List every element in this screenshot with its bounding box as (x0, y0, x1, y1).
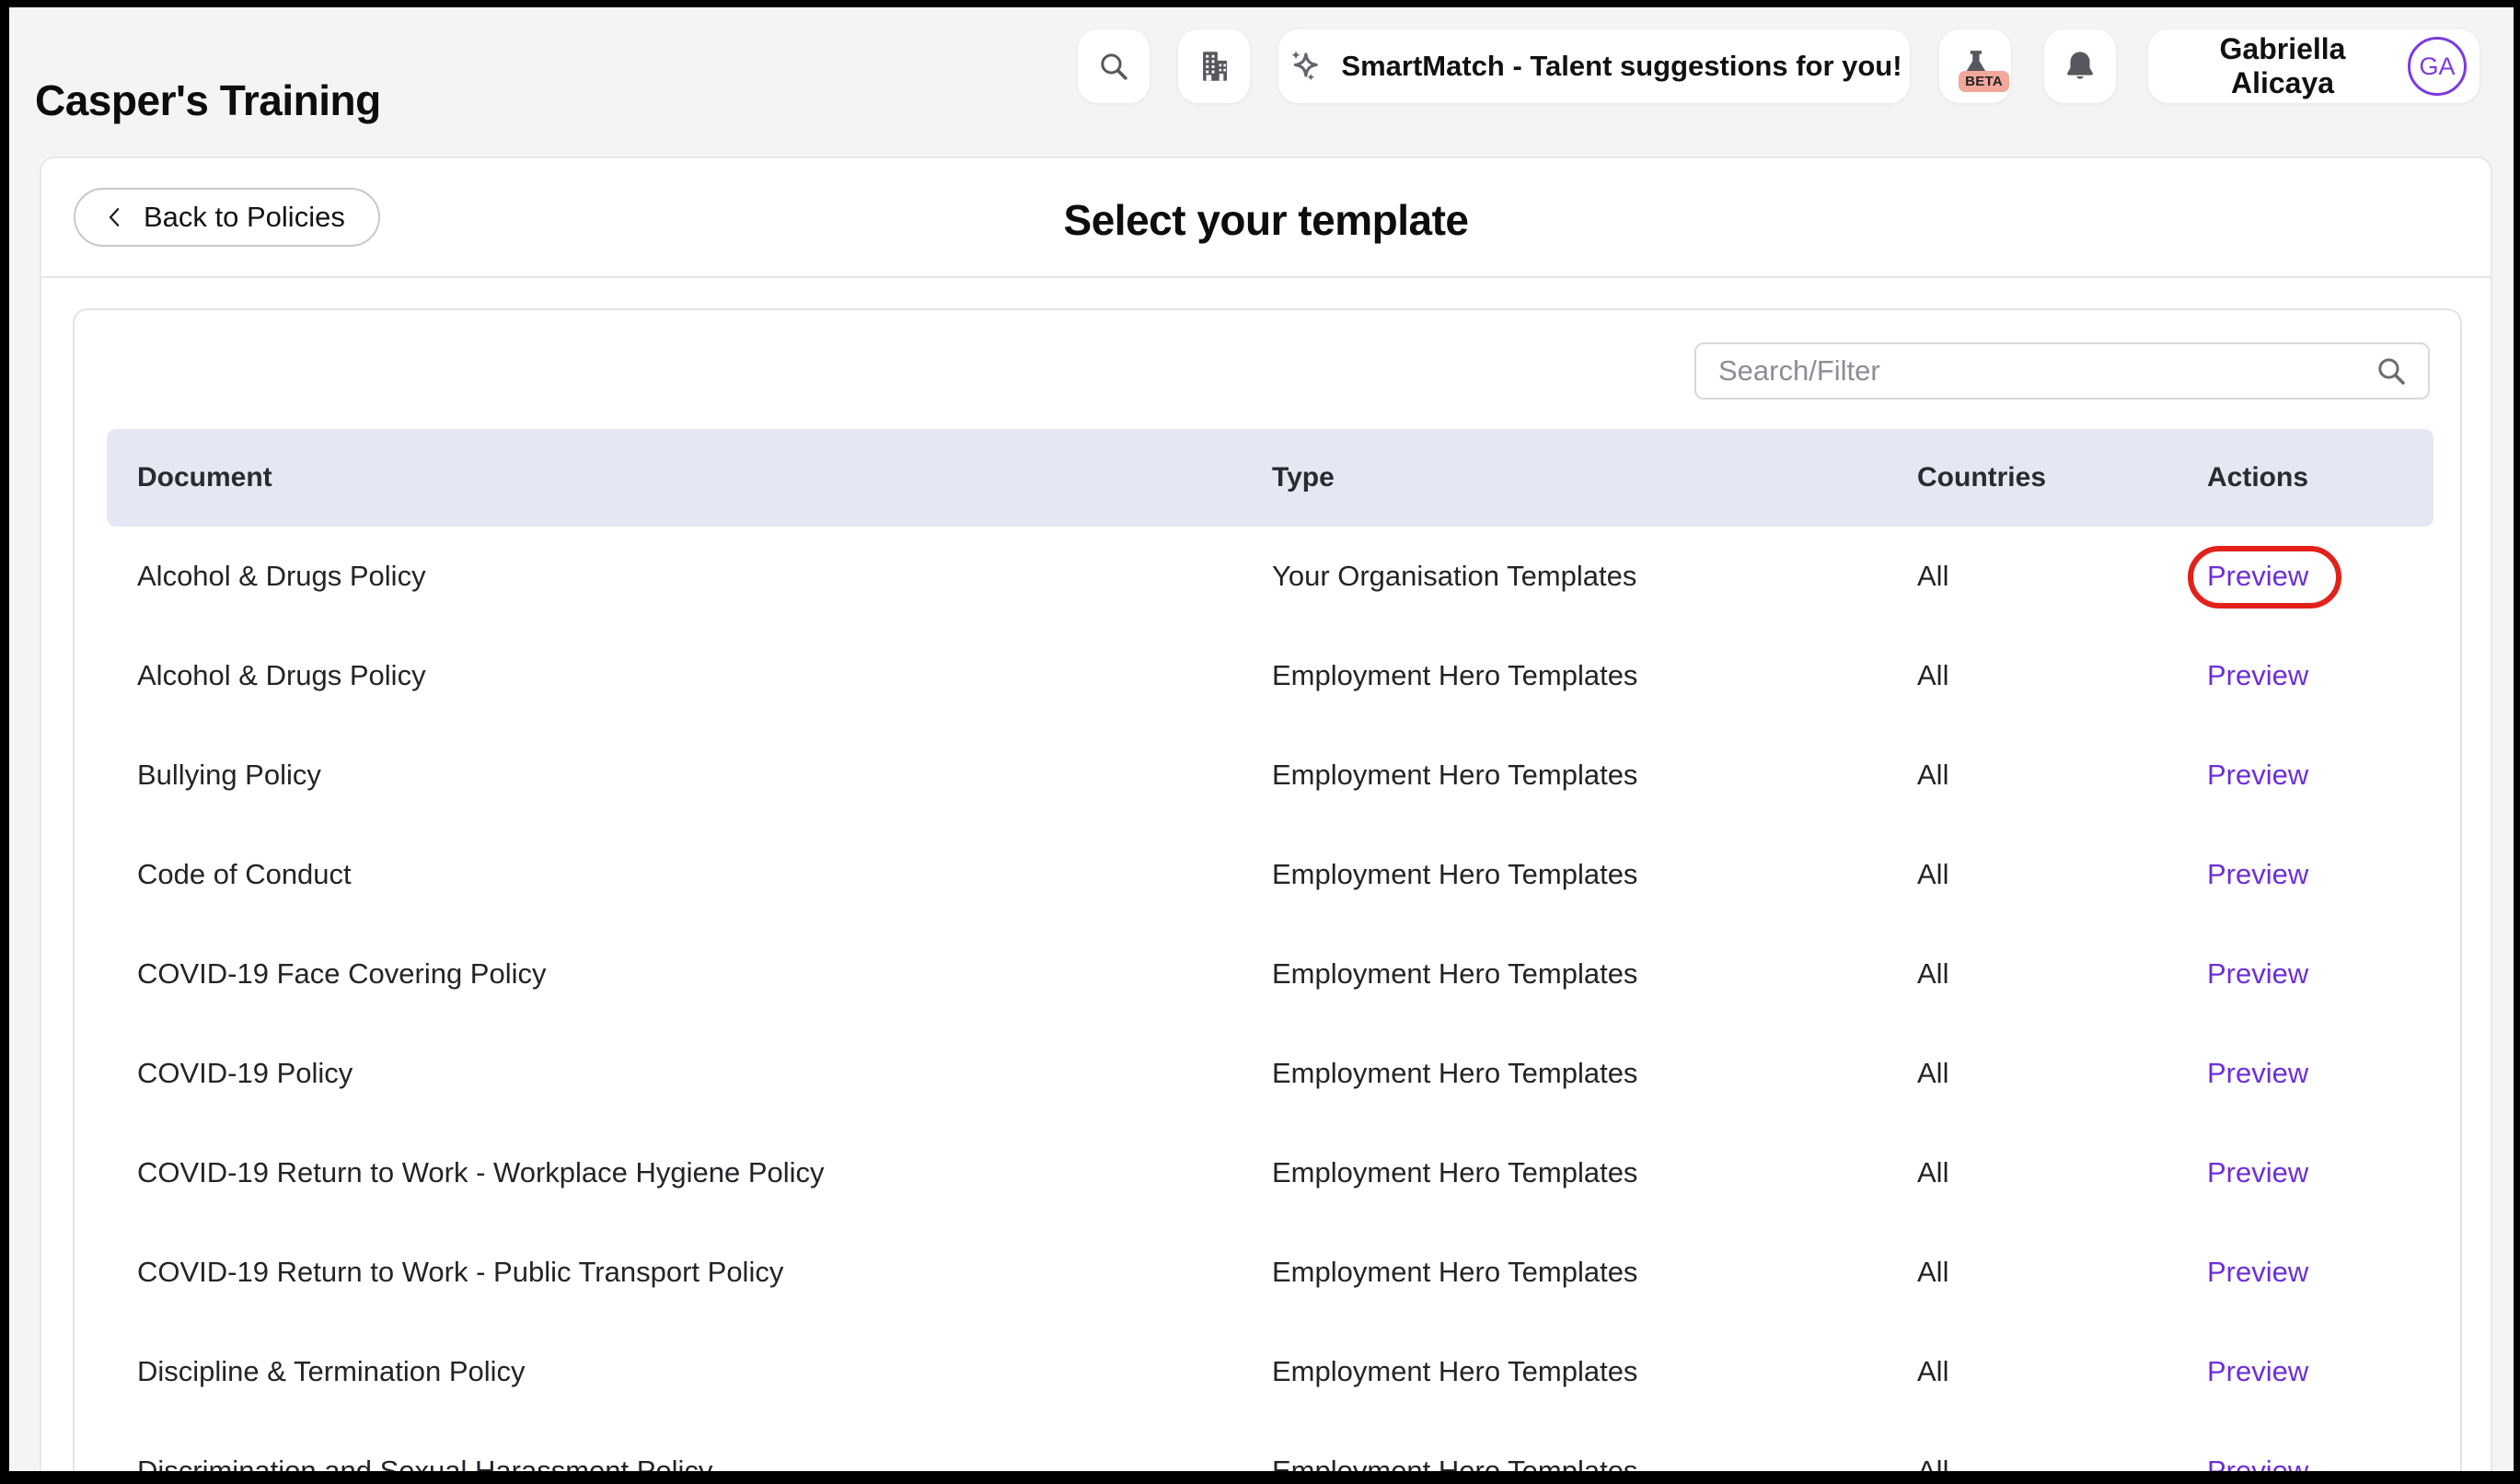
organisation-button[interactable] (1178, 29, 1250, 103)
cell-document: COVID-19 Return to Work - Workplace Hygi… (137, 1123, 825, 1223)
table-row: Discrimination and Sexual Harassment Pol… (107, 1421, 2433, 1471)
preview-link[interactable]: Preview (2207, 1256, 2308, 1289)
cell-document: Code of Conduct (137, 825, 352, 924)
preview-link[interactable]: Preview (2207, 1455, 2308, 1471)
table-row: COVID-19 Policy Employment Hero Template… (107, 1024, 2433, 1123)
cell-countries: All (1917, 825, 1948, 924)
cell-type: Employment Hero Templates (1272, 1322, 1637, 1421)
cell-document: COVID-19 Policy (137, 1024, 353, 1123)
cell-type: Employment Hero Templates (1272, 1421, 1637, 1471)
table-row: COVID-19 Face Covering Policy Employment… (107, 924, 2433, 1024)
search-icon[interactable] (2375, 354, 2408, 388)
cell-document: Alcohol & Drugs Policy (137, 527, 426, 626)
global-search-button[interactable] (1078, 29, 1150, 103)
preview-link[interactable]: Preview (2207, 659, 2308, 692)
cell-countries: All (1917, 1421, 1948, 1471)
organisation-building-icon (1195, 47, 1233, 86)
preview-link[interactable]: Preview (2207, 1057, 2308, 1090)
preview-link[interactable]: Preview (2207, 957, 2308, 991)
cell-type: Employment Hero Templates (1272, 1024, 1637, 1123)
cell-type: Employment Hero Templates (1272, 924, 1637, 1024)
table-row: Alcohol & Drugs Policy Your Organisation… (107, 527, 2433, 626)
cell-document: Bullying Policy (137, 725, 321, 825)
table-row: Code of Conduct Employment Hero Template… (107, 825, 2433, 924)
cell-type: Employment Hero Templates (1272, 626, 1637, 725)
header-divider (41, 276, 2491, 278)
cell-document: Discrimination and Sexual Harassment Pol… (137, 1421, 712, 1471)
table-body: Alcohol & Drugs Policy Your Organisation… (107, 527, 2433, 1471)
user-menu-button[interactable]: Gabriella Alicaya GA (2148, 29, 2480, 103)
app-title: Casper's Training (35, 75, 381, 125)
table-row: Alcohol & Drugs Policy Employment Hero T… (107, 626, 2433, 725)
preview-link[interactable]: Preview (2207, 1156, 2308, 1189)
cell-type: Your Organisation Templates (1272, 527, 1636, 626)
cell-document: Alcohol & Drugs Policy (137, 626, 426, 725)
column-header-actions: Actions (2207, 429, 2308, 527)
cell-document: COVID-19 Face Covering Policy (137, 924, 547, 1024)
beta-labs-button[interactable]: BETA (1939, 29, 2011, 103)
cell-countries: All (1917, 725, 1948, 825)
table-row: COVID-19 Return to Work - Public Transpo… (107, 1223, 2433, 1322)
user-name: Gabriella Alicaya (2176, 32, 2389, 100)
preview-link[interactable]: Preview (2207, 1355, 2308, 1388)
app-window: Casper's Training (9, 7, 2514, 1471)
cell-countries: All (1917, 626, 1948, 725)
screenshot-frame: Casper's Training (0, 0, 2520, 1484)
sparkles-icon (1286, 47, 1324, 86)
cell-countries: All (1917, 924, 1948, 1024)
template-selection-card: Back to Policies Select your template Do… (40, 157, 2492, 1471)
table-header: Document Type Countries Actions (107, 429, 2433, 527)
avatar: GA (2408, 37, 2467, 96)
cell-countries: All (1917, 1024, 1948, 1123)
table-row: COVID-19 Return to Work - Workplace Hygi… (107, 1123, 2433, 1223)
table-row: Discipline & Termination Policy Employme… (107, 1322, 2433, 1421)
page-title: Select your template (41, 195, 2491, 245)
cell-type: Employment Hero Templates (1272, 1223, 1637, 1322)
cell-type: Employment Hero Templates (1272, 725, 1637, 825)
templates-panel: Document Type Countries Actions Alcohol … (73, 308, 2462, 1471)
table-row: Bullying Policy Employment Hero Template… (107, 725, 2433, 825)
notifications-button[interactable] (2044, 29, 2116, 103)
column-header-countries: Countries (1917, 429, 2046, 527)
cell-countries: All (1917, 1223, 1948, 1322)
cell-type: Employment Hero Templates (1272, 825, 1637, 924)
cell-countries: All (1917, 1322, 1948, 1421)
smartmatch-label: SmartMatch - Talent suggestions for you! (1341, 50, 1902, 83)
bell-icon (2062, 48, 2098, 85)
column-header-type: Type (1272, 429, 1335, 527)
cell-document: Discipline & Termination Policy (137, 1322, 526, 1421)
smartmatch-banner-button[interactable]: SmartMatch - Talent suggestions for you! (1278, 29, 1910, 103)
preview-link[interactable]: Preview (2207, 759, 2308, 792)
beta-badge: BETA (1959, 71, 2009, 92)
preview-link[interactable]: Preview (2207, 858, 2308, 891)
cell-countries: All (1917, 1123, 1948, 1223)
cell-type: Employment Hero Templates (1272, 1123, 1637, 1223)
search-input[interactable] (1696, 344, 2375, 398)
column-header-document: Document (137, 429, 272, 527)
preview-link[interactable]: Preview (2207, 560, 2308, 593)
search-icon (1097, 50, 1130, 83)
cell-document: COVID-19 Return to Work - Public Transpo… (137, 1223, 783, 1322)
cell-countries: All (1917, 527, 1948, 626)
search-filter-box (1694, 342, 2430, 400)
